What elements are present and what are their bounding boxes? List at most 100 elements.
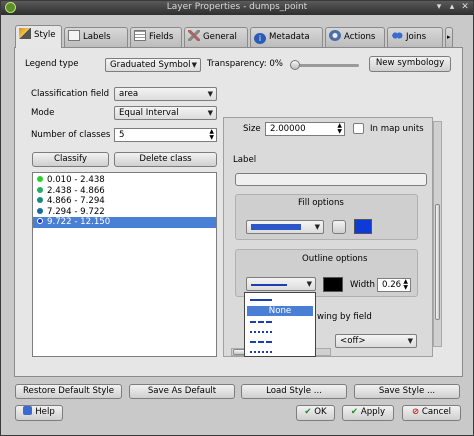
tab-labels[interactable]: Labels [64,27,128,47]
minimize-icon[interactable]: ▾ [433,2,445,13]
fill-color-button[interactable] [354,219,372,234]
list-item[interactable]: 7.294 - 9.722 [33,207,216,218]
outline-line-swatch [251,284,287,286]
tab-style[interactable]: Style [15,25,62,48]
slider-handle[interactable] [290,60,300,70]
number-of-classes-label: Number of classes [31,130,111,140]
more-tabs-icon: ▸ [447,33,451,41]
dotted-line-icon [250,331,272,333]
load-style-button[interactable]: Load Style ... [241,384,347,399]
delete-class-button[interactable]: Delete class [114,152,217,167]
tools-icon [188,30,200,41]
chevron-down-icon: ▼ [306,280,312,288]
number-of-classes-spinbox[interactable]: 5 ▲ ▼ [114,128,217,142]
tab-metadata[interactable]: i Metadata [250,27,323,47]
info-icon: i [254,33,266,44]
mode-label: Mode [31,108,55,118]
help-icon [23,406,33,415]
cancel-button[interactable]: ⊘ Cancel [402,405,461,421]
check-icon: ✔ [304,407,312,417]
tab-general[interactable]: General [184,27,248,47]
class-color-swatch [37,218,43,224]
tab-bar: Style Labels Fields General i Metadata Ac… [15,25,463,48]
class-list[interactable]: 0.010 - 2.438 2.438 - 4.866 4.866 - 7.29… [32,172,217,357]
fill-pattern-button[interactable] [332,220,346,234]
chevron-down-icon: ▼ [314,223,320,231]
apply-button[interactable]: ✔ Apply [342,405,394,421]
list-item[interactable]: 2.438 - 4.866 [33,186,216,197]
outline-style-select[interactable]: ▼ [246,277,316,291]
spin-arrows-icon[interactable]: ▲ ▼ [209,129,214,141]
legend-type-select[interactable]: Graduated Symbol ▼ [105,58,201,72]
width-label: Width [350,280,375,290]
line-style-dash[interactable] [247,317,313,327]
gears-icon [329,30,341,41]
classification-field-label: Classification field [31,89,110,99]
tab-actions[interactable]: Actions [325,27,385,47]
list-item-selected[interactable]: 9.722 - 12.150 [33,217,216,228]
title-bar[interactable]: Layer Properties - dumps_point ▾ ▴ ✕ [1,1,473,15]
class-color-swatch [37,186,43,193]
in-map-units-label: In map units [370,124,424,134]
table-icon [134,30,146,41]
class-color-swatch [37,207,43,214]
help-button[interactable]: Help [15,405,63,421]
spin-arrows-icon[interactable]: ▲ ▼ [337,123,342,135]
tab-fields[interactable]: Fields [130,27,182,47]
save-as-default-button[interactable]: Save As Default [129,384,235,399]
chevron-down-icon: ▼ [407,337,413,345]
tab-joins[interactable]: Joins [387,27,443,47]
label-field[interactable] [235,173,427,186]
line-style-dash-dot-dot[interactable] [247,347,313,357]
cancel-icon: ⊘ [411,407,420,417]
check-icon: ✔ [350,407,359,417]
fill-options-title: Fill options [298,198,344,208]
label-caption: Label [233,155,257,165]
outline-options-group: Outline options ▼ Width 0.26 ▲ ▼ [235,249,418,297]
fill-options-group: Fill options ▼ [235,194,418,240]
drawing-field-select[interactable]: <off> ▼ [335,334,417,348]
scrollbar-thumb[interactable] [435,204,440,320]
line-style-solid[interactable] [247,295,313,305]
transparency-label: Transparency: 0% [207,59,283,69]
ok-button[interactable]: ✔ OK [296,405,335,421]
chevron-down-icon: ▼ [191,61,197,69]
paint-brush-icon [19,28,31,39]
in-map-units-checkbox[interactable] [353,123,364,134]
size-label: Size [243,124,261,134]
tab-overflow[interactable]: ▸ [445,27,453,47]
outline-options-title: Outline options [302,254,368,264]
line-style-none[interactable]: None [247,306,313,316]
outline-style-dropdown[interactable]: None [244,292,316,357]
outline-color-button[interactable] [323,277,343,292]
new-symbology-button[interactable]: New symbology [369,56,451,72]
dashed-line-icon [250,321,272,323]
outline-width-spinbox[interactable]: 0.26 ▲ ▼ [377,278,411,292]
label-icon [68,30,80,41]
restore-default-style-button[interactable]: Restore Default Style [15,384,122,399]
chevron-down-icon: ▼ [207,109,213,117]
maximize-icon[interactable]: ▴ [446,2,458,13]
solid-line-icon [250,299,272,301]
fill-style-select[interactable]: ▼ [246,220,324,234]
close-icon[interactable]: ✕ [459,2,471,13]
layer-properties-window: Layer Properties - dumps_point ▾ ▴ ✕ Sty… [0,0,474,436]
spin-arrows-icon[interactable]: ▲ ▼ [403,279,408,291]
classification-field-select[interactable]: area ▼ [114,87,217,101]
vertical-scrollbar[interactable] [433,121,442,347]
list-item[interactable]: 4.866 - 7.294 [33,196,216,207]
line-style-dot[interactable] [247,327,313,337]
legend-type-label: Legend type [25,59,79,69]
line-style-dash-dot[interactable] [247,337,313,347]
class-color-swatch [37,176,43,182]
qgis-icon [5,2,16,13]
join-icon [391,30,403,41]
classify-button[interactable]: Classify [32,152,109,167]
save-style-button[interactable]: Save Style ... [354,384,460,399]
fill-pattern-swatch [251,224,301,230]
transparency-slider[interactable] [290,60,359,70]
mode-select[interactable]: Equal Interval ▼ [114,106,217,120]
drawing-by-field-label: wing by field [317,312,372,322]
size-spinbox[interactable]: 2.00000 ▲ ▼ [265,122,345,136]
list-item[interactable]: 0.010 - 2.438 [33,175,216,186]
